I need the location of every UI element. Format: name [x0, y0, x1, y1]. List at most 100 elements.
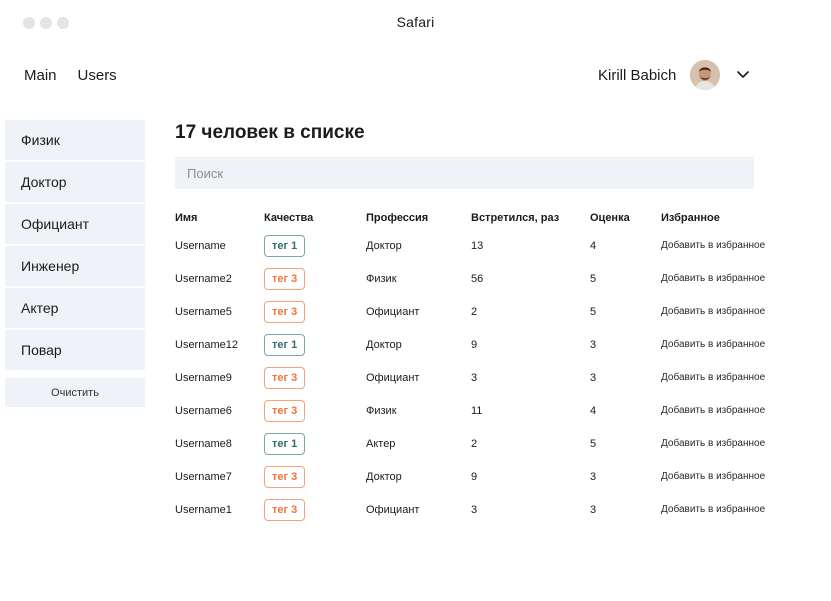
score-cell: 4 [590, 239, 597, 252]
profession-cell: Доктор [366, 239, 402, 252]
met-count-cell: 9 [471, 338, 478, 351]
user-name: Kirill Babich [598, 66, 677, 84]
met-count-cell: 56 [471, 272, 484, 285]
qualities-cell: тег 3 [264, 493, 366, 526]
add-to-favorites-link[interactable]: Добавить в избранное [661, 394, 811, 427]
score-cell: 4 [590, 404, 597, 417]
quality-tag[interactable]: тег 3 [264, 399, 306, 422]
users-table: Имя Качества Профессия Встретился, раз О… [175, 207, 811, 526]
page-title: 17 человек в списке [175, 122, 365, 143]
nav-users-link[interactable]: Users [78, 67, 117, 84]
score-cell: 3 [590, 503, 597, 516]
window-title: Safari [396, 14, 435, 30]
table-row: Username9 тег 3 Официант 3 3 Добавить в избра… [175, 361, 811, 394]
quality-tag[interactable]: тег 1 [264, 432, 306, 455]
met-count-cell: 2 [471, 437, 478, 450]
sidebar-item-waiter[interactable]: Официант [5, 204, 145, 244]
user-name-cell: Username9 [175, 371, 232, 384]
qualities-cell: тег 3 [264, 262, 366, 295]
user-name-cell: Username7 [175, 470, 232, 483]
column-header-score[interactable]: Оценка [590, 207, 661, 229]
user-name-cell: Username2 [175, 272, 232, 285]
qualities-cell: тег 1 [264, 328, 366, 361]
column-header-favorites[interactable]: Избранное [661, 207, 811, 229]
add-to-favorites-link[interactable]: Добавить в избранное [661, 427, 811, 460]
nav-main-link[interactable]: Main [24, 67, 57, 84]
met-count-cell: 11 [471, 404, 483, 417]
window-titlebar: Safari [0, 0, 831, 44]
quality-tag[interactable]: тег 3 [264, 300, 306, 323]
profession-cell: Физик [366, 272, 397, 285]
table-row: Username8 тег 1 Актер 2 5 Добавить в избранно… [175, 427, 811, 460]
column-header-profession[interactable]: Профессия [366, 207, 471, 229]
user-name-cell: Username12 [175, 338, 238, 351]
table-row: Username5 тег 3 Официант 2 5 Добавить в избра… [175, 295, 811, 328]
user-name-cell: Username [175, 239, 226, 252]
profession-cell: Доктор [366, 338, 402, 351]
met-count-cell: 2 [471, 305, 478, 318]
score-cell: 3 [590, 338, 597, 351]
add-to-favorites-link[interactable]: Добавить в избранное [661, 328, 811, 361]
profession-cell: Официант [366, 305, 420, 318]
met-count-cell: 3 [471, 371, 478, 384]
add-to-favorites-link[interactable]: Добавить в избранное [661, 493, 811, 526]
quality-tag[interactable]: тег 3 [264, 366, 306, 389]
table-header-row: Имя Качества Профессия Встретился, раз О… [175, 207, 811, 229]
table-row: Username12 тег 1 Доктор 9 3 Добавить в избран… [175, 328, 811, 361]
quality-tag[interactable]: тег 1 [264, 333, 306, 356]
sidebar-item-doctor[interactable]: Доктор [5, 162, 145, 202]
table-row: Username7 тег 3 Доктор 9 3 Добавить в избранн… [175, 460, 811, 493]
table-row: Username2 тег 3 Физик 56 5 Добавить в избранн… [175, 262, 811, 295]
qualities-cell: тег 3 [264, 361, 366, 394]
add-to-favorites-link[interactable]: Добавить в избранное [661, 229, 811, 262]
profession-cell: Официант [366, 371, 420, 384]
met-count-cell: 9 [471, 470, 478, 483]
user-name-cell: Username6 [175, 404, 232, 417]
user-name-cell: Username8 [175, 437, 232, 450]
add-to-favorites-link[interactable]: Добавить в избранное [661, 460, 811, 493]
profession-cell: Официант [366, 503, 420, 516]
qualities-cell: тег 3 [264, 394, 366, 427]
sidebar-item-cook[interactable]: Повар [5, 330, 145, 370]
table-row: Username1 тег 3 Официант 3 3 Добавить в избра… [175, 493, 811, 526]
add-to-favorites-link[interactable]: Добавить в избранное [661, 295, 811, 328]
score-cell: 3 [590, 470, 597, 483]
profession-sidebar: Физик Доктор Официант Инженер Актер Пова… [5, 120, 145, 407]
profession-cell: Физик [366, 404, 397, 417]
quality-tag[interactable]: тег 3 [264, 465, 306, 488]
sidebar-item-actor[interactable]: Актер [5, 288, 145, 328]
user-name-cell: Username1 [175, 503, 232, 516]
user-name-cell: Username5 [175, 305, 232, 318]
qualities-cell: тег 1 [264, 427, 366, 460]
column-header-name[interactable]: Имя [175, 207, 264, 229]
users-main: 17 человек в списке Имя Качества Професс… [175, 122, 815, 521]
search-input[interactable] [175, 157, 754, 189]
met-count-cell: 3 [471, 503, 478, 516]
profession-cell: Актер [366, 437, 396, 450]
clear-filter-button[interactable]: Очистить [5, 378, 145, 407]
met-count-cell: 13 [471, 239, 484, 252]
user-menu: Kirill Babich [598, 60, 750, 90]
score-cell: 5 [590, 272, 597, 285]
chevron-down-icon[interactable] [736, 68, 750, 82]
score-cell: 3 [590, 371, 597, 384]
table-row: Username тег 1 Доктор 13 4 Добавить в избранн… [175, 229, 811, 262]
sidebar-item-physicist[interactable]: Физик [5, 120, 145, 160]
avatar[interactable] [690, 60, 721, 90]
quality-tag[interactable]: тег 3 [264, 267, 306, 290]
qualities-cell: тег 3 [264, 295, 366, 328]
score-cell: 5 [590, 305, 597, 318]
score-cell: 5 [590, 437, 597, 450]
qualities-cell: тег 1 [264, 229, 366, 262]
quality-tag[interactable]: тег 1 [264, 234, 306, 257]
column-header-met-count[interactable]: Встретился, раз [471, 207, 590, 229]
add-to-favorites-link[interactable]: Добавить в избранное [661, 262, 811, 295]
profession-cell: Доктор [366, 470, 402, 483]
add-to-favorites-link[interactable]: Добавить в избранное [661, 361, 811, 394]
quality-tag[interactable]: тег 3 [264, 498, 306, 521]
table-row: Username6 тег 3 Физик 11 4 Добавить в избранн… [175, 394, 811, 427]
column-header-qualities[interactable]: Качества [264, 207, 366, 229]
sidebar-item-engineer[interactable]: Инженер [5, 246, 145, 286]
table-body: Username тег 1 Доктор 13 4 Добавить в избранн… [175, 229, 811, 526]
top-nav: Main Users [24, 67, 117, 84]
